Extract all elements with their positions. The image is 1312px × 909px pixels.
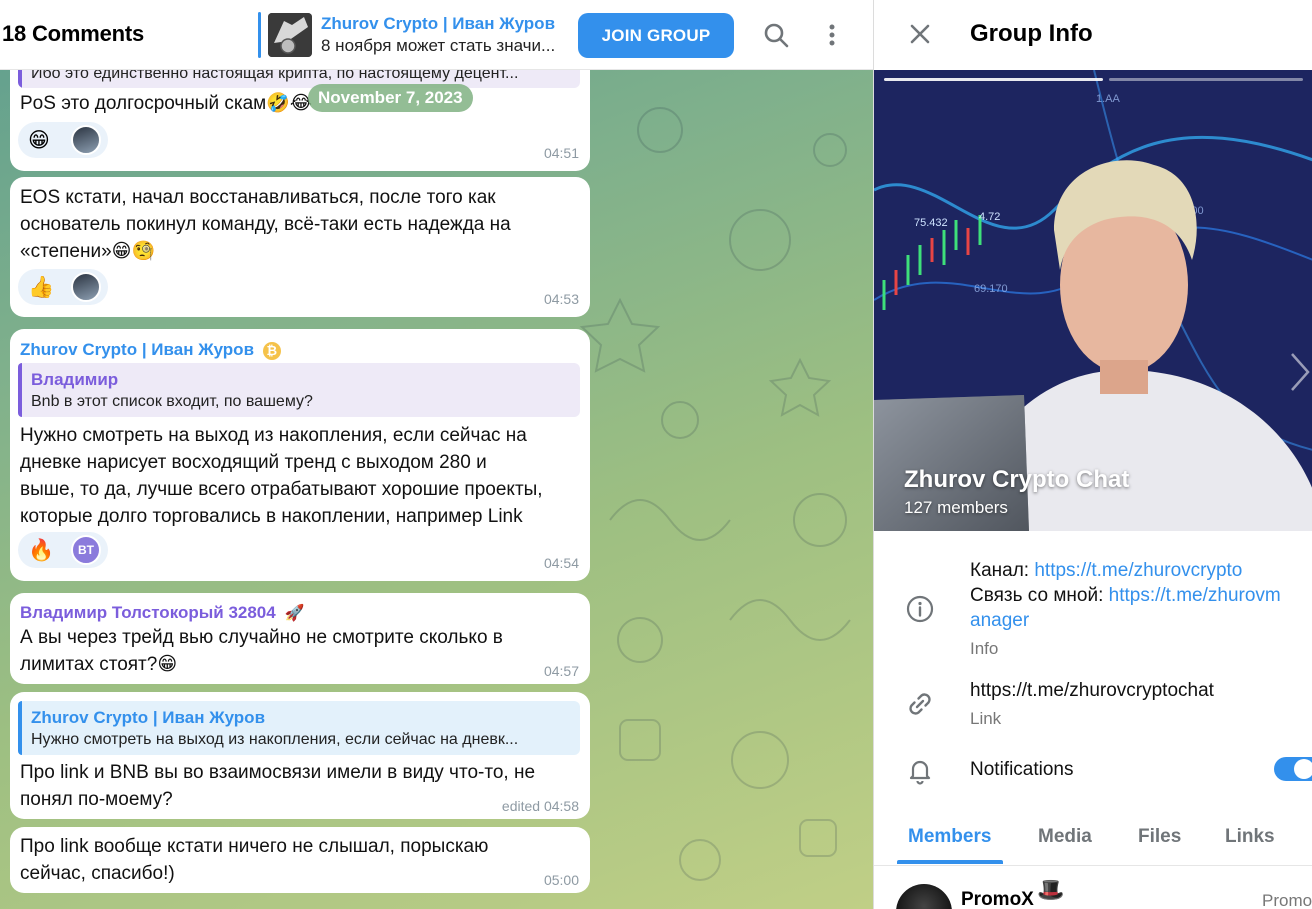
- invite-link[interactable]: https://t.me/zhurovcryptochat: [970, 678, 1214, 703]
- message-time: 04:53: [543, 291, 579, 307]
- message-bubble[interactable]: Владимир Толстокорый 32804 🚀 А вы через …: [10, 593, 590, 684]
- group-photo-art: 75.432 4.72 1.AA 69.170 00.100: [874, 70, 1312, 531]
- group-name: Zhurov Crypto Chat: [904, 466, 1130, 493]
- pinned-thumbnail: [268, 13, 312, 57]
- member-list-item[interactable]: PromoX 🎩 Promo: [874, 870, 1312, 909]
- join-group-button[interactable]: JOIN GROUP: [578, 13, 734, 58]
- close-icon[interactable]: [904, 18, 936, 50]
- emoji: 😁🧐: [111, 240, 156, 262]
- pinned-accent-bar: [258, 12, 261, 58]
- media-tabs: Members Media Files Links: [874, 812, 1312, 866]
- message-text: Про link вообще кстати ничего не слышал,…: [20, 836, 489, 884]
- avatar: [896, 884, 952, 909]
- message-bubble[interactable]: Zhurov Crypto | Иван Журов ₿ Владимир Bn…: [10, 329, 590, 581]
- reaction-chip[interactable]: 🔥 BT: [18, 532, 108, 568]
- contact-link[interactable]: https://t.me/zhurovm: [1109, 585, 1281, 606]
- message-text: EOS кстати, начал восстанавливаться, пос…: [20, 184, 511, 265]
- photo-progress: [1109, 78, 1303, 81]
- emoji: 🤣😂: [266, 92, 313, 114]
- contact-link-continued[interactable]: anager: [970, 610, 1029, 631]
- pinned-message[interactable]: Zhurov Crypto | Иван Журов 8 ноября може…: [258, 12, 570, 58]
- reaction-chip[interactable]: 😁: [18, 122, 108, 158]
- tab-links[interactable]: Links: [1225, 826, 1275, 848]
- message-time: edited 04:58: [501, 798, 579, 814]
- chart-readout: 4.72: [979, 211, 1000, 223]
- reply-text: Bnb в этот список входит, по вашему?: [31, 393, 313, 410]
- chat-area: 18 Comments Zhurov Crypto | Иван Журов 8…: [0, 0, 873, 909]
- info-channel-line: Канал: https://t.me/zhurovcrypto: [970, 560, 1243, 581]
- chart-readout: 1.AA: [1096, 93, 1121, 105]
- bitcoin-badge-icon: ₿: [262, 342, 281, 360]
- message-bubble[interactable]: Про link вообще кстати ничего не слышал,…: [10, 827, 590, 893]
- reply-text: Нужно смотреть на выход из накопления, е…: [31, 731, 519, 748]
- comments-title: 18 Comments: [2, 21, 145, 46]
- message-time: 04:51: [543, 145, 579, 161]
- member-name: PromoX: [961, 889, 1034, 909]
- chat-header: 18 Comments Zhurov Crypto | Иван Журов 8…: [0, 0, 873, 70]
- link-label: Link: [970, 709, 1002, 728]
- emoji: 😁: [157, 653, 178, 675]
- message-bubble[interactable]: EOS кстати, начал восстанавливаться, пос…: [10, 177, 590, 317]
- reactor-avatar: [71, 272, 101, 302]
- panel-title: Group Info: [970, 20, 1093, 47]
- reactor-avatar: [71, 125, 101, 155]
- more-vertical-icon[interactable]: [818, 19, 846, 53]
- group-info-panel: Group Info 75.432 4.72 1.AA 69.170 00.: [873, 0, 1312, 909]
- active-tab-indicator: [897, 860, 1003, 864]
- photo-progress-active: [884, 78, 1103, 81]
- message-sender[interactable]: Владимир Толстокорый 32804 🚀: [20, 603, 304, 623]
- reply-sender: Владимир: [31, 370, 119, 389]
- reply-quote[interactable]: Zhurov Crypto | Иван Журов Нужно смотрет…: [18, 701, 580, 755]
- message-text: PoS это долгосрочный скам🤣😂: [20, 90, 312, 117]
- message-text: А вы через трейд вью случайно не смотрит…: [20, 624, 503, 678]
- info-label: Info: [970, 639, 999, 658]
- rocket-badge-icon: 🚀: [284, 603, 305, 622]
- member-emoji-status: 🎩: [1037, 878, 1065, 903]
- reply-quote[interactable]: Владимир Bnb в этот список входит, по ва…: [18, 363, 580, 417]
- search-icon[interactable]: [760, 19, 794, 53]
- message-text: Нужно смотреть на выход из накопления, е…: [20, 425, 543, 527]
- info-icon: [904, 593, 936, 625]
- message-sender[interactable]: Zhurov Crypto | Иван Журов ₿: [20, 340, 281, 360]
- group-photo[interactable]: 75.432 4.72 1.AA 69.170 00.100 Zhurov Cr…: [874, 70, 1312, 531]
- notifications-label: Notifications: [970, 759, 1074, 780]
- message-time: 04:54: [543, 555, 579, 571]
- message-time: 05:00: [543, 872, 579, 888]
- link-icon: [904, 688, 936, 720]
- reply-sender: Zhurov Crypto | Иван Журов: [31, 708, 266, 727]
- member-role: Promo: [1262, 891, 1312, 909]
- pinned-sender: Zhurov Crypto | Иван Журов: [321, 14, 556, 33]
- bell-icon: [904, 754, 936, 786]
- tab-members[interactable]: Members: [908, 826, 991, 848]
- reaction-emoji: 😁: [28, 128, 50, 152]
- reactor-avatar: BT: [71, 535, 101, 565]
- info-contact-line: Связь со мной: https://t.me/zhurovm: [970, 585, 1281, 606]
- notifications-toggle[interactable]: [1274, 757, 1312, 781]
- channel-link[interactable]: https://t.me/zhurovcrypto: [1034, 560, 1242, 581]
- date-separator: November 7, 2023: [308, 84, 473, 112]
- message-bubble[interactable]: Zhurov Crypto | Иван Журов Нужно смотрет…: [10, 692, 590, 819]
- tab-files[interactable]: Files: [1138, 826, 1181, 848]
- chart-readout: 75.432: [914, 217, 948, 229]
- tab-media[interactable]: Media: [1038, 826, 1092, 848]
- message-time: 04:57: [543, 663, 579, 679]
- reaction-emoji: 🔥: [28, 538, 55, 562]
- reaction-chip[interactable]: 👍: [18, 269, 108, 305]
- members-count: 127 members: [904, 498, 1008, 517]
- chevron-right-icon[interactable]: [1288, 350, 1312, 394]
- reaction-emoji: 👍: [28, 275, 55, 299]
- message-text: Про link и BNB вы во взаимосвязи имели в…: [20, 762, 536, 810]
- info-contact-line-wrap: anager: [970, 608, 1029, 633]
- chart-readout: 69.170: [974, 283, 1008, 295]
- pinned-text: 8 ноября может стать значи...: [321, 36, 556, 55]
